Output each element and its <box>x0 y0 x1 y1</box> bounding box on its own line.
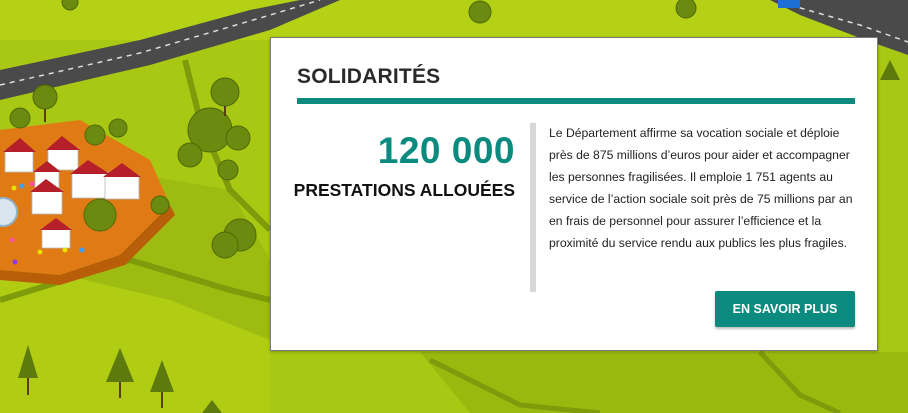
stat-label: PRESTATIONS ALLOUÉES <box>293 180 515 200</box>
stat-number: 120 000 <box>377 130 515 171</box>
section-title: SOLIDARITÉS <box>297 65 441 88</box>
section-description: Le Département affirme sa vocation socia… <box>549 126 853 250</box>
description-divider <box>530 123 536 292</box>
solidarites-card: SOLIDARITÉS 120 000 PRESTATIONS ALLOUÉES… <box>270 37 878 351</box>
learn-more-button[interactable]: EN SAVOIR PLUS <box>715 291 855 327</box>
title-underline <box>297 98 855 104</box>
